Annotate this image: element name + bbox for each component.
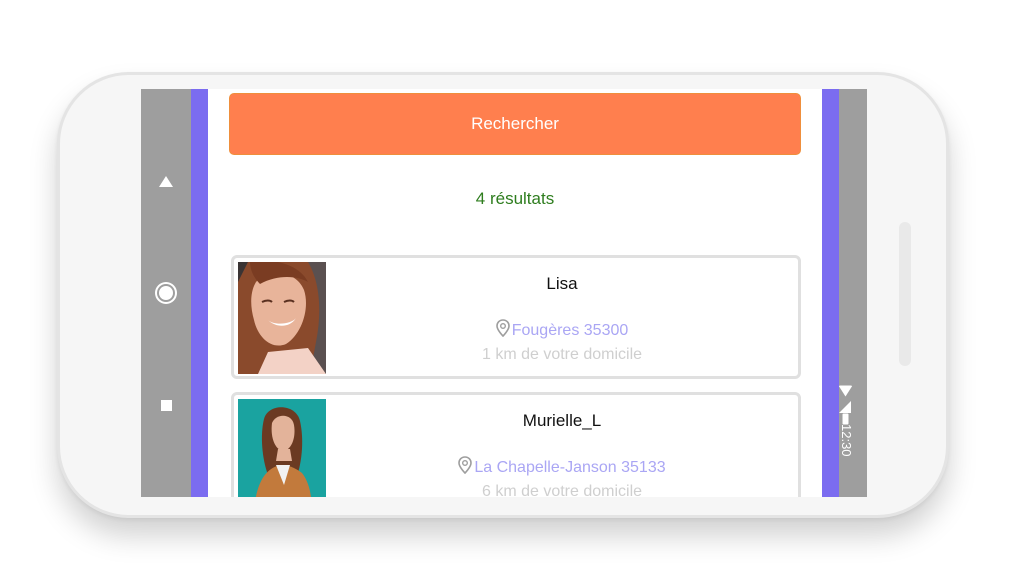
search-button[interactable]: Rechercher	[229, 93, 801, 155]
android-nav-bar	[141, 89, 191, 497]
triangle-up-icon	[159, 175, 173, 187]
left-border-strip	[191, 89, 208, 497]
profile-photo	[238, 262, 326, 374]
profile-location-text: La Chapelle-Janson 35133	[474, 459, 666, 476]
profile-location: La Chapelle-Janson 35133	[326, 456, 798, 477]
phone-screen: Rechercher 4 résultats Lisa Fougères 353…	[141, 89, 867, 497]
signal-icon	[839, 401, 852, 413]
status-time: 12:30	[839, 424, 854, 457]
circle-home-icon	[159, 286, 173, 300]
profile-distance: 1 km de votre domicile	[481, 346, 643, 363]
profile-location: Fougères 35300	[326, 319, 798, 340]
profile-card[interactable]: Murielle_L La Chapelle-Janson 35133 6 km…	[231, 392, 801, 497]
phone-side-button	[899, 222, 911, 366]
right-border-strip	[822, 89, 839, 497]
profile-location-text: Fougères 35300	[511, 322, 629, 339]
profile-name: Murielle_L	[522, 411, 602, 430]
location-pin-icon	[458, 456, 473, 474]
profile-card[interactable]: Lisa Fougères 35300 1 km de votre domici…	[231, 255, 801, 379]
profile-photo	[238, 399, 326, 497]
back-button[interactable]	[141, 161, 191, 201]
status-indicators: 12:30	[838, 384, 854, 462]
square-recent-icon	[160, 399, 172, 411]
recent-apps-button[interactable]	[141, 385, 191, 425]
app-content: Rechercher 4 résultats Lisa Fougères 353…	[191, 89, 839, 497]
profile-distance: 6 km de votre domicile	[481, 483, 643, 497]
home-button[interactable]	[141, 273, 191, 313]
results-count: 4 résultats	[475, 189, 555, 208]
location-pin-icon	[495, 319, 510, 337]
android-status-bar: 12:30	[838, 89, 867, 497]
wifi-icon	[838, 385, 853, 397]
profile-name: Lisa	[546, 274, 578, 293]
battery-icon	[842, 413, 849, 425]
